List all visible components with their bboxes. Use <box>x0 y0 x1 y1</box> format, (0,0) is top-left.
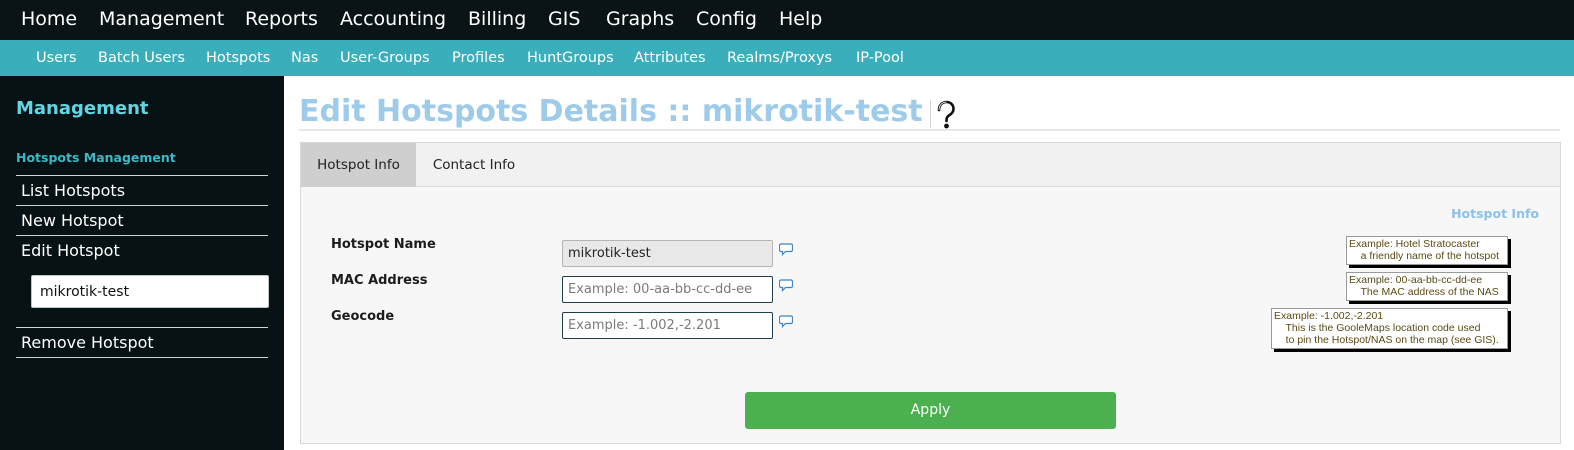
fieldset-legend: Hotspot Info <box>1451 206 1539 221</box>
tab-contact-info[interactable]: Contact Info <box>416 143 532 187</box>
tab-panel: Hotspot Info Contact Info Hotspot Info H… <box>300 142 1561 444</box>
apply-button[interactable]: Apply <box>745 392 1116 429</box>
sidebar-item-edit-hotspot[interactable]: Edit Hotspot <box>21 241 120 261</box>
mac-address-field[interactable] <box>562 276 773 303</box>
sidebar: Management Hotspots Management List Hots… <box>0 76 284 450</box>
comment-tooltip-icon[interactable] <box>779 278 793 292</box>
sidebar-section-heading: Hotspots Management <box>16 150 176 165</box>
sidebar-item-remove-hotspot[interactable]: Remove Hotspot <box>21 333 154 353</box>
hotspot-name-tooltip: Example: Hotel Stratocaster a friendly n… <box>1346 236 1508 265</box>
top-nav-billing[interactable]: Billing <box>468 6 526 32</box>
mac-address-tooltip: Example: 00-aa-bb-cc-dd-ee The MAC addre… <box>1346 272 1508 301</box>
geocode-field[interactable] <box>562 312 773 339</box>
tab-bar: Hotspot Info Contact Info <box>301 143 1560 187</box>
sub-nav-huntgroups[interactable]: HuntGroups <box>527 49 614 67</box>
mac-address-label: MAC Address <box>331 273 428 288</box>
sidebar-divider <box>16 357 268 358</box>
top-nav-accounting[interactable]: Accounting <box>340 6 446 32</box>
sidebar-divider <box>16 175 268 176</box>
top-nav-graphs[interactable]: Graphs <box>606 6 674 32</box>
top-nav-home[interactable]: Home <box>21 6 77 32</box>
top-nav-help[interactable]: Help <box>779 6 822 32</box>
comment-tooltip-icon[interactable] <box>779 242 793 256</box>
sub-nav-users[interactable]: Users <box>36 49 77 67</box>
top-nav-gis[interactable]: GIS <box>548 6 580 32</box>
sidebar-item-list-hotspots[interactable]: List Hotspots <box>21 181 125 201</box>
sub-nav-nas[interactable]: Nas <box>291 49 318 67</box>
hotspot-name-label: Hotspot Name <box>331 237 436 252</box>
question-mark-icon[interactable] <box>935 100 957 130</box>
sidebar-title: Management <box>16 98 149 119</box>
sub-nav-ip-pool[interactable]: IP-Pool <box>856 49 904 67</box>
top-nav-reports[interactable]: Reports <box>245 6 318 32</box>
title-divider <box>930 100 931 128</box>
geocode-tooltip: Example: -1.002,-2.201 This is the Goole… <box>1271 308 1508 349</box>
sub-nav: Users Batch Users Hotspots Nas User-Grou… <box>0 40 1574 76</box>
sub-nav-attributes[interactable]: Attributes <box>634 49 706 67</box>
top-nav: Home Management Reports Accounting Billi… <box>0 0 1574 40</box>
sidebar-divider <box>16 327 268 328</box>
sub-nav-profiles[interactable]: Profiles <box>452 49 505 67</box>
sub-nav-batch-users[interactable]: Batch Users <box>98 49 185 67</box>
sub-nav-realms-proxys[interactable]: Realms/Proxys <box>727 49 832 67</box>
top-nav-config[interactable]: Config <box>696 6 757 32</box>
sub-nav-user-groups[interactable]: User-Groups <box>340 49 430 67</box>
sub-nav-hotspots[interactable]: Hotspots <box>206 49 270 67</box>
page-title: Edit Hotspots Details :: mikrotik-test <box>299 94 923 129</box>
tab-hotspot-info[interactable]: Hotspot Info <box>301 143 416 187</box>
comment-tooltip-icon[interactable] <box>779 314 793 328</box>
top-nav-management[interactable]: Management <box>99 6 224 32</box>
hotspot-name-field <box>562 240 773 267</box>
title-underline <box>299 129 1560 131</box>
sidebar-item-new-hotspot[interactable]: New Hotspot <box>21 211 124 231</box>
geocode-label: Geocode <box>331 309 395 324</box>
edit-hotspot-name-input[interactable] <box>31 275 269 308</box>
sidebar-divider <box>16 205 268 206</box>
sidebar-divider <box>16 235 268 236</box>
